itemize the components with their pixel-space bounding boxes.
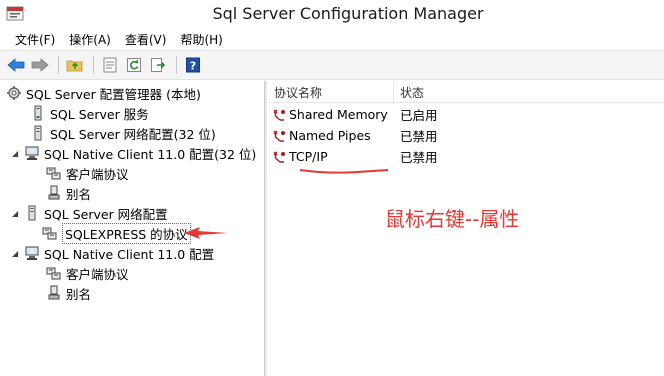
toolbar-separator [58,56,59,74]
refresh-icon[interactable] [124,55,144,75]
alias-icon [46,285,62,301]
annotation-text: 鼠标右键--属性 [385,207,520,231]
protocol-plug-icon [272,129,286,143]
tree-item-native-client-32[interactable]: ◢ SQL Native Client 11.0 配置(32 位) [12,143,256,163]
protocol-icon [46,165,62,181]
server-icon [30,105,46,121]
list-header: 协议名称 状态 [268,81,664,103]
server-icon [30,125,46,141]
tree-label: 客户端协议 [66,166,129,182]
list-row-tcp-ip[interactable]: TCP/IP 已禁用 [268,146,664,167]
folder-up-icon[interactable] [65,55,85,75]
protocol-status: 已启用 [400,108,438,123]
tree-label: SQL Native Client 11.0 配置 [44,246,215,262]
red-arrow-annotation [184,227,228,239]
alias-icon [46,185,62,201]
client-computer-icon [24,145,40,161]
toolbar-separator [93,56,94,74]
properties-icon[interactable] [100,55,120,75]
protocol-name: TCP/IP [289,149,328,164]
tree-label: SQL Server 网络配置(32 位) [50,126,216,142]
list-row-named-pipes[interactable]: Named Pipes 已禁用 [268,125,664,146]
tree-item-client-protocols-32[interactable]: 客户端协议 [46,163,129,183]
protocol-icon [46,265,62,281]
tree-label: 客户端协议 [66,266,129,282]
toolbar-separator [176,56,177,74]
tree-label: 别名 [66,286,92,302]
protocol-plug-icon [272,150,286,164]
help-icon[interactable]: ? [183,55,203,75]
red-underline-annotation [299,169,389,174]
protocol-name: Named Pipes [289,128,371,143]
server-icon [24,205,40,221]
toolbar: ? [0,50,664,80]
config-manager-icon [6,85,22,101]
menu-file[interactable]: 文件(F) [8,29,62,50]
tree-item-native-client[interactable]: ◢ SQL Native Client 11.0 配置 [12,243,214,263]
menu-action[interactable]: 操作(A) [62,29,118,50]
collapse-triangle-icon[interactable]: ◢ [12,249,22,258]
export-icon[interactable] [148,55,168,75]
tree-item-sqlexpress-protocols[interactable]: SQLEXPRESS 的协议 [42,222,191,244]
protocol-plug-icon [272,108,286,122]
tree-item-network-config-32[interactable]: SQL Server 网络配置(32 位) [30,123,216,143]
menu-bar: 文件(F) 操作(A) 查看(V) 帮助(H) [0,28,664,50]
tree-item-network-config[interactable]: ◢ SQL Server 网络配置 [12,203,168,223]
tree-label: SQLEXPRESS 的协议 [62,222,191,244]
svg-text:?: ? [190,60,196,73]
menu-view[interactable]: 查看(V) [118,29,174,50]
column-header-status[interactable]: 状态 [394,82,494,103]
menu-help[interactable]: 帮助(H) [173,29,229,50]
tree-item-services[interactable]: SQL Server 服务 [30,103,149,123]
tree-item-root[interactable]: SQL Server 配置管理器 (本地) [6,83,201,103]
tree-label: SQL Native Client 11.0 配置(32 位) [44,146,257,162]
protocol-status: 已禁用 [400,129,438,144]
tree-label: 别名 [66,186,92,202]
tree-label: SQL Server 服务 [50,106,149,122]
tree-item-client-protocols[interactable]: 客户端协议 [46,263,129,283]
tree-label: SQL Server 配置管理器 (本地) [26,86,201,102]
list-row-shared-memory[interactable]: Shared Memory 已启用 [268,104,664,125]
protocol-name: Shared Memory [289,107,388,122]
tree-label: SQL Server 网络配置 [44,206,168,222]
client-computer-icon [24,245,40,261]
protocol-icon [42,225,58,241]
title-bar: Sql Server Configuration Manager [0,0,664,28]
arrow-right-icon[interactable] [30,55,50,75]
arrow-left-icon[interactable] [6,55,26,75]
column-header-name[interactable]: 协议名称 [268,81,394,103]
tree-item-alias[interactable]: 别名 [46,283,91,303]
tree-item-alias-32[interactable]: 别名 [46,183,91,203]
window-title: Sql Server Configuration Manager [212,4,484,23]
collapse-triangle-icon[interactable]: ◢ [12,209,22,218]
collapse-triangle-icon[interactable]: ◢ [12,149,22,158]
protocol-status: 已禁用 [400,150,438,165]
pane-splitter[interactable] [265,81,267,376]
